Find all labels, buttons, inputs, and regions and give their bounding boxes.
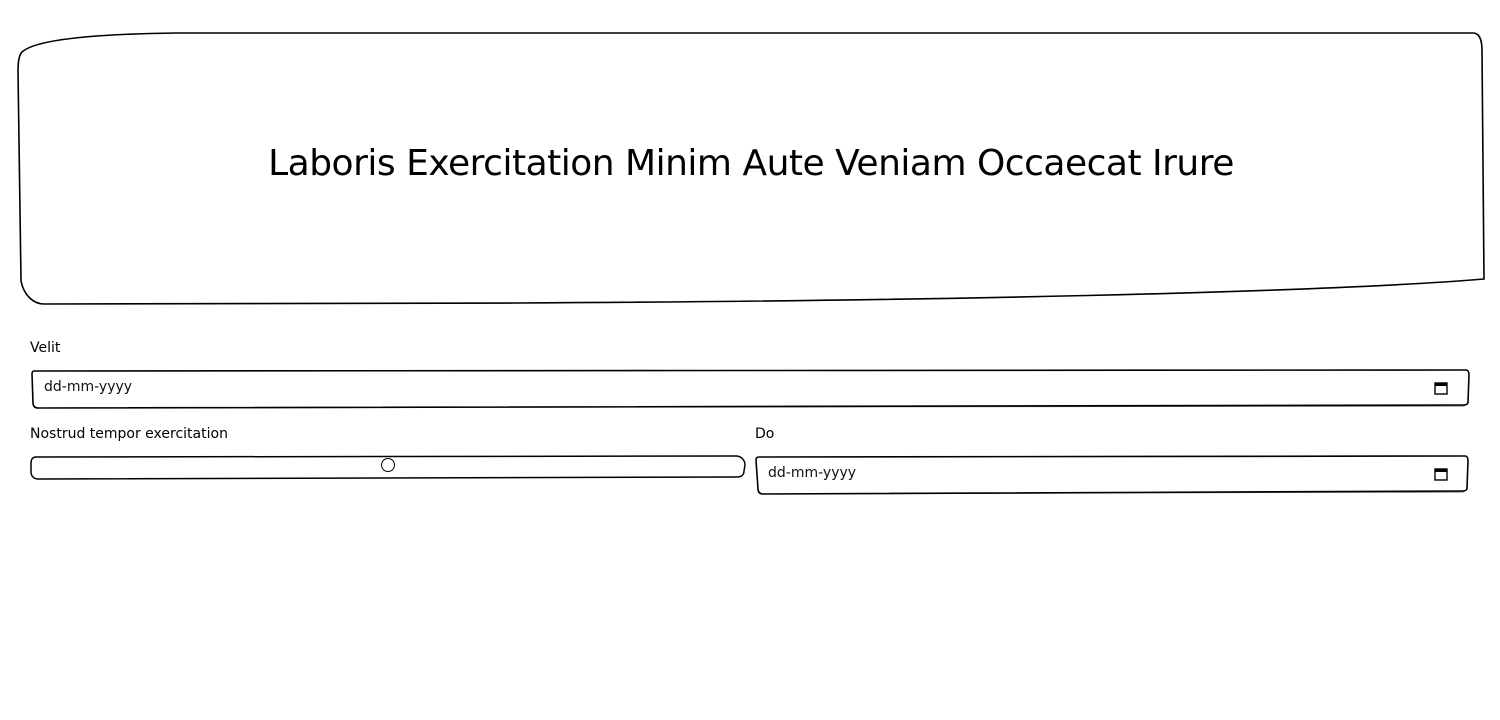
do-placeholder: dd-mm-yyyy xyxy=(768,465,857,481)
hero-banner: Laboris Exercitation Minim Aute Veniam O… xyxy=(16,31,1486,307)
calendar-icon[interactable] xyxy=(1434,467,1448,481)
velit-input-border xyxy=(31,369,1470,409)
slider-thumb[interactable] xyxy=(381,458,395,472)
nostrud-slider[interactable] xyxy=(30,455,746,480)
nostrud-label: Nostrud tempor exercitation xyxy=(30,426,228,442)
velit-date-input[interactable]: dd-mm-yyyy xyxy=(30,369,1470,409)
velit-placeholder: dd-mm-yyyy xyxy=(44,379,133,395)
page-title: Laboris Exercitation Minim Aute Veniam O… xyxy=(268,143,1234,184)
do-date-input[interactable]: dd-mm-yyyy xyxy=(754,455,1470,495)
velit-label: Velit xyxy=(30,340,61,356)
do-input-border xyxy=(755,455,1469,495)
calendar-icon[interactable] xyxy=(1434,381,1448,395)
do-label: Do xyxy=(755,426,775,442)
